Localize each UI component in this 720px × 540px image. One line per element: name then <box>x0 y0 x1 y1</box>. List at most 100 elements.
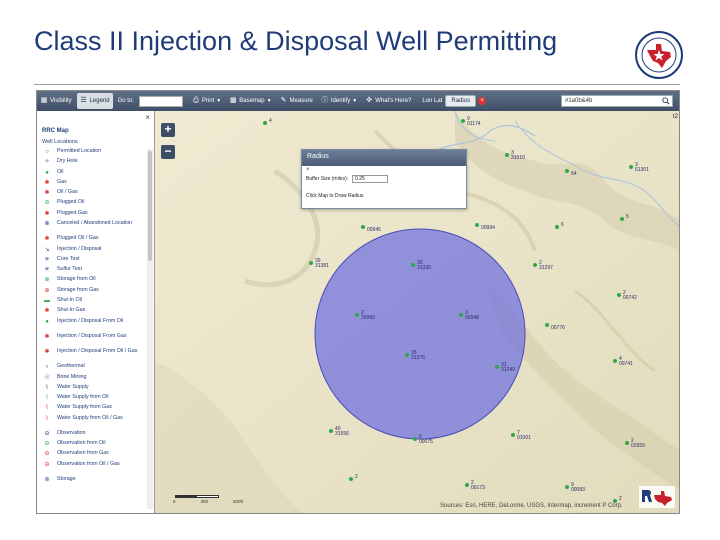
well-label: 2 00173 <box>471 481 485 491</box>
legend-item: ⊚ Storage <box>42 476 146 487</box>
visibility-button[interactable]: ▦ Visibility <box>37 93 75 109</box>
well-api: 01001 <box>517 435 531 441</box>
legend-item-label: Water Supply from Oil / Gas <box>57 414 123 421</box>
legend-item-label: Storage from Gas <box>57 286 99 293</box>
slide-title: Class II Injection & Disposal Well Permi… <box>34 26 558 56</box>
oil-well-icon <box>405 353 409 357</box>
map-attribution: Sources: Esri, HERE, DeLorme, USGS, Inte… <box>440 503 623 509</box>
scale-bar <box>175 495 219 498</box>
well-label: 2 <box>619 497 622 502</box>
well-api: 31556 <box>335 431 349 437</box>
legend-close-icon[interactable]: × <box>145 113 150 122</box>
zoom-in-button[interactable]: + <box>161 123 175 137</box>
well-api: 54 <box>571 171 577 177</box>
well-api: 31249 <box>501 367 515 373</box>
railroad-commission-seal-icon <box>635 31 683 79</box>
map-canvas[interactable]: t2 + − 490117433117033101036130154009450… <box>155 111 679 513</box>
well-label: 4 <box>269 119 272 124</box>
legend-item: ♁ Geothermal <box>42 364 146 374</box>
well-symbol-icon: ⊕ <box>44 277 50 284</box>
radius-close-icon[interactable]: × <box>478 97 487 105</box>
legend-item-label: Observation from Gas <box>57 450 109 457</box>
well-label: 3 31010 <box>511 151 525 161</box>
well-label: 2 30960 <box>361 311 375 321</box>
well-api: 00945 <box>367 227 381 233</box>
legend-item-label: Oil <box>57 168 64 175</box>
well-api: 00742 <box>623 295 637 301</box>
scale-label: 300 <box>200 499 208 504</box>
legend-item: ✱ Injection / Disposal From Gas <box>42 333 146 349</box>
rrc-logo-icon <box>639 486 675 508</box>
scale-bar-labels: 0 300 600ft <box>173 499 243 504</box>
well-symbol-icon: ⊕ <box>44 287 50 294</box>
well-label: 00945 <box>367 223 381 233</box>
well-symbol-icon: ⊖ <box>44 430 50 437</box>
well-api: 00083 <box>571 487 585 493</box>
legend-item-label: Shut-In Oil <box>57 297 83 304</box>
well-symbol-icon: ⊗ <box>44 221 50 228</box>
legend-button[interactable]: ☰ Legend <box>76 93 113 109</box>
map-corner-label: t2 <box>672 114 678 120</box>
well-api: 31381 <box>315 263 329 269</box>
well-symbol-icon: ⌇ <box>45 405 49 412</box>
well-label: 2 31297 <box>539 261 553 271</box>
legend-item: ⊖ Observation from Oil / Gas <box>42 461 146 477</box>
well-label: 54 <box>571 167 577 177</box>
basemap-button[interactable]: ▩ Basemap ▼ <box>226 93 274 109</box>
goto-input[interactable] <box>138 95 183 107</box>
well-symbol-icon: ⌇ <box>45 415 49 422</box>
well-number: 4 <box>269 118 272 124</box>
search-icon[interactable] <box>662 97 670 105</box>
legend-item-label: Geothermal <box>57 363 85 370</box>
print-label: Print <box>201 98 215 104</box>
well-label: 31 31249 <box>501 363 515 373</box>
oil-well-icon <box>361 225 365 229</box>
oil-well-icon <box>620 217 624 221</box>
well-api: 00994 <box>481 225 495 231</box>
well-symbol-icon: ✳ <box>44 267 50 274</box>
search-input[interactable]: #1a0b&4b <box>561 95 673 107</box>
radius-button[interactable]: Radius <box>445 95 477 107</box>
buffer-size-input[interactable]: 0.25 <box>352 175 388 183</box>
oil-well-icon <box>355 313 359 317</box>
well-label: 2 <box>355 475 358 480</box>
legend-item-label: Plugged Oil <box>57 199 85 206</box>
ruler-icon: ✎ <box>280 97 287 104</box>
measure-label: Measure <box>289 98 313 104</box>
legend-item-label: Injection / Disposal <box>57 245 102 252</box>
well-label: 6 <box>561 223 564 228</box>
well-api: 00948 <box>465 315 479 321</box>
well-symbol-icon: ✱ <box>44 210 50 217</box>
crosshair-icon: ✜ <box>366 97 373 104</box>
well-label: 2 00742 <box>623 291 637 301</box>
scale-label: 600ft <box>232 499 243 504</box>
legend-scrollbar-thumb[interactable] <box>148 151 152 261</box>
oil-well-icon <box>309 261 313 265</box>
well-symbol-icon: ✱ <box>44 236 50 243</box>
oil-well-icon <box>465 483 469 487</box>
well-api: 31010 <box>511 155 525 161</box>
well-api: 31330 <box>417 265 431 271</box>
well-label: 2 02959 <box>631 439 645 449</box>
identify-button[interactable]: ⓘ Identify ▼ <box>318 93 360 109</box>
legend-item-label: Plugged Gas <box>57 209 88 216</box>
well-symbol-icon: ⊖ <box>44 441 50 448</box>
oil-well-icon <box>629 165 633 169</box>
grid-icon: ▩ <box>229 97 237 104</box>
measure-button[interactable]: ✎ Measure <box>277 93 316 109</box>
well-api: 00173 <box>471 485 485 491</box>
lon-lat-button[interactable]: Lon Lat <box>422 98 442 104</box>
well-api: 02959 <box>631 443 645 449</box>
basemap-label: Basemap <box>239 98 265 104</box>
zoom-out-button[interactable]: − <box>161 145 175 159</box>
radius-dialog-close-icon[interactable]: × <box>306 167 310 173</box>
print-button[interactable]: ⎙ Print ▼ <box>189 93 224 109</box>
well-number: 6 <box>561 222 564 228</box>
well-label: 00994 <box>481 221 495 231</box>
well-label: 9 01174 <box>467 117 481 127</box>
well-api: 00741 <box>619 361 633 367</box>
oil-well-icon <box>555 225 559 229</box>
oil-well-icon <box>263 121 267 125</box>
oil-well-icon <box>349 477 353 481</box>
whats-here-button[interactable]: ✜ What's Here? <box>362 93 414 109</box>
